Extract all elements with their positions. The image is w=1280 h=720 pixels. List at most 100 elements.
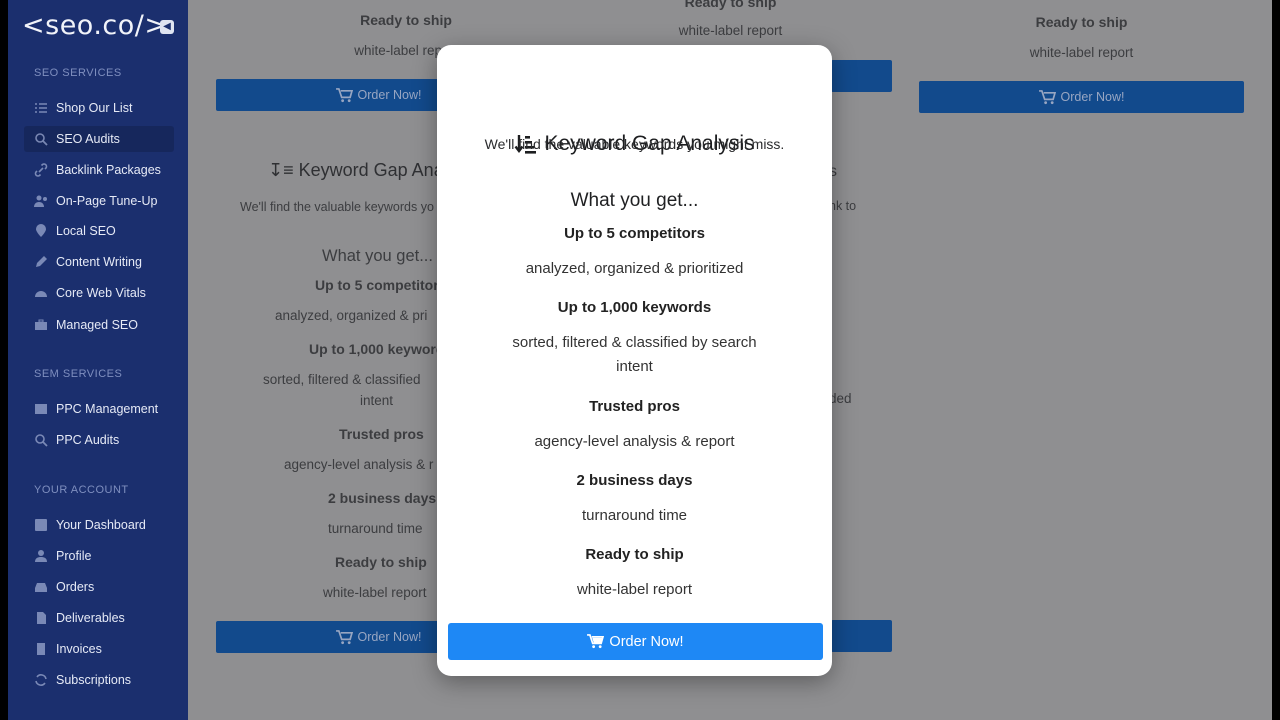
search-icon (34, 433, 48, 447)
sidebar-item-label: SEO Audits (56, 132, 120, 146)
search-icon (34, 132, 48, 146)
user-icon (34, 549, 48, 563)
sidebar-item-managed-seo[interactable]: Managed SEO (24, 312, 174, 338)
sidebar-item-label: Your Dashboard (56, 518, 146, 532)
keyword-gap-modal: Keyword Gap Analysis We'll find the valu… (437, 45, 832, 676)
bg-ready-label: Ready to ship (360, 12, 452, 28)
link-icon (34, 163, 48, 177)
bg-report-label: white-label report (1029, 45, 1134, 60)
bg-order-label: Order Now! (357, 88, 422, 102)
bg-ready-label: Ready to ship (684, 0, 777, 10)
sidebar-item-label: PPC Management (56, 402, 159, 416)
sidebar-item-orders[interactable]: Orders (24, 574, 174, 600)
cart-icon (335, 87, 353, 102)
sidebar-item-local-seo[interactable]: Local SEO (24, 218, 174, 244)
briefcase-icon (34, 318, 48, 332)
bg-ready-label: Ready to ship (1035, 14, 1128, 30)
sidebar-item-subscriptions[interactable]: Subscriptions (24, 667, 174, 693)
sidebar-item-backlink-packages[interactable]: Backlink Packages (24, 157, 174, 183)
sidebar-item-your-dashboard[interactable]: Your Dashboard (24, 512, 174, 538)
modal-heading: What you get... (570, 190, 699, 211)
section-sem-services: SEM SERVICES (34, 368, 123, 380)
feature-5-title: Ready to ship (585, 546, 684, 563)
feature-5-text: white-label report (576, 581, 693, 598)
gauge-icon (34, 286, 48, 300)
bg-feature-text: white-label report (323, 585, 427, 600)
sidebar-item-ppc-management[interactable]: PPC Management (24, 396, 174, 422)
bg-card-heading: What you get... (322, 247, 433, 265)
sidebar-item-ppc-audits[interactable]: PPC Audits (24, 427, 174, 453)
dashboard-icon (34, 518, 48, 532)
list-icon (34, 101, 48, 115)
bg-feature-bold: Up to 5 competitors (315, 277, 447, 293)
pen-icon (34, 255, 48, 269)
sidebar-item-label: Subscriptions (56, 673, 132, 687)
feature-2-title: Up to 1,000 keywords (557, 299, 712, 316)
sidebar-item-label: Orders (56, 580, 95, 594)
section-seo-services: SEO SERVICES (34, 67, 122, 79)
sidebar-item-label: Invoices (56, 642, 102, 656)
invoice-icon (34, 642, 48, 656)
cart-icon (1038, 89, 1056, 104)
sidebar-item-on-page-tune-up[interactable]: On-Page Tune-Up (24, 188, 174, 214)
section-your-account: YOUR ACCOUNT (34, 484, 129, 496)
bg-feature-bold: Up to 1,000 keywords (309, 341, 453, 357)
feature-1-title: Up to 5 competitors (564, 225, 705, 242)
bg-fragment: nk to (829, 199, 857, 213)
bg-feature-text: intent (360, 393, 394, 408)
order-now-label: Order Now! (609, 633, 684, 650)
collapse-sidebar-icon[interactable]: ◀ (160, 20, 174, 34)
sidebar-item-label: Core Web Vitals (56, 286, 146, 300)
sidebar-item-invoices[interactable]: Invoices (24, 636, 174, 662)
file-icon (34, 611, 48, 625)
bg-feature-bold: 2 business days (328, 490, 437, 506)
bg-card-subtitle: We'll find the valuable keywords yo (240, 200, 434, 214)
bg-order-label: Order Now! (357, 630, 422, 644)
letterbox-left (0, 0, 8, 720)
bg-report-label: white-label report (678, 23, 783, 38)
map-pin-icon (34, 224, 48, 238)
bg-feature-text: sorted, filtered & classified (263, 372, 421, 387)
bg-order-button-top-center[interactable] (831, 60, 892, 92)
sidebar-item-shop-our-list[interactable]: Shop Our List (24, 95, 174, 121)
letterbox-right (1272, 0, 1280, 720)
sidebar-item-label: Profile (56, 549, 92, 563)
cart-icon (335, 629, 353, 644)
sidebar-item-label: Shop Our List (56, 101, 133, 115)
bg-order-label: Order Now! (1060, 90, 1125, 104)
users-icon (34, 194, 48, 208)
feature-4-text: turnaround time (581, 507, 688, 524)
bg-feature-bold: Trusted pros (339, 426, 424, 442)
feature-3-text: agency-level analysis & report (534, 433, 735, 450)
sidebar-item-label: Deliverables (56, 611, 125, 625)
sidebar-item-label: Managed SEO (56, 318, 138, 332)
logo[interactable]: <seo.co/> (22, 10, 168, 41)
sidebar-item-label: On-Page Tune-Up (56, 194, 158, 208)
order-now-button[interactable]: Order Now! (448, 623, 823, 660)
modal-subtitle: We'll find the valuable keywords you mig… (484, 136, 785, 152)
bg-feature-text: agency-level analysis & r (284, 457, 434, 472)
cart-icon (587, 634, 605, 649)
sidebar-item-deliverables[interactable]: Deliverables (24, 605, 174, 631)
sidebar-item-label: Backlink Packages (56, 163, 161, 177)
sidebar-item-profile[interactable]: Profile (24, 543, 174, 569)
bg-order-button-top-right[interactable]: Order Now! (919, 81, 1244, 113)
refresh-icon (34, 673, 48, 687)
sidebar-item-seo-audits[interactable]: SEO Audits (24, 126, 174, 152)
bg-order-button-center[interactable] (831, 620, 892, 652)
sidebar-item-label: Local SEO (56, 224, 116, 238)
bg-fragment: ded (829, 391, 852, 406)
sort-icon: ↧≡ (268, 160, 294, 180)
bg-feature-bold: Ready to ship (335, 554, 427, 570)
feature-2-text: sorted, filtered & classified by search … (512, 334, 757, 375)
sidebar-item-content-writing[interactable]: Content Writing (24, 249, 174, 275)
bg-feature-text: turnaround time (328, 521, 423, 536)
inbox-icon (34, 580, 48, 594)
sidebar: <seo.co/> ◀ SEO SERVICES Shop Our List SE… (8, 0, 188, 720)
sidebar-item-label: Content Writing (56, 255, 142, 269)
feature-4-title: 2 business days (576, 472, 693, 489)
bg-card-title: ↧≡ Keyword Gap Ana (268, 160, 444, 180)
feature-1-text: analyzed, organized & prioritized (525, 260, 744, 277)
feature-3-title: Trusted pros (589, 398, 680, 415)
sidebar-item-core-web-vitals[interactable]: Core Web Vitals (24, 280, 174, 306)
